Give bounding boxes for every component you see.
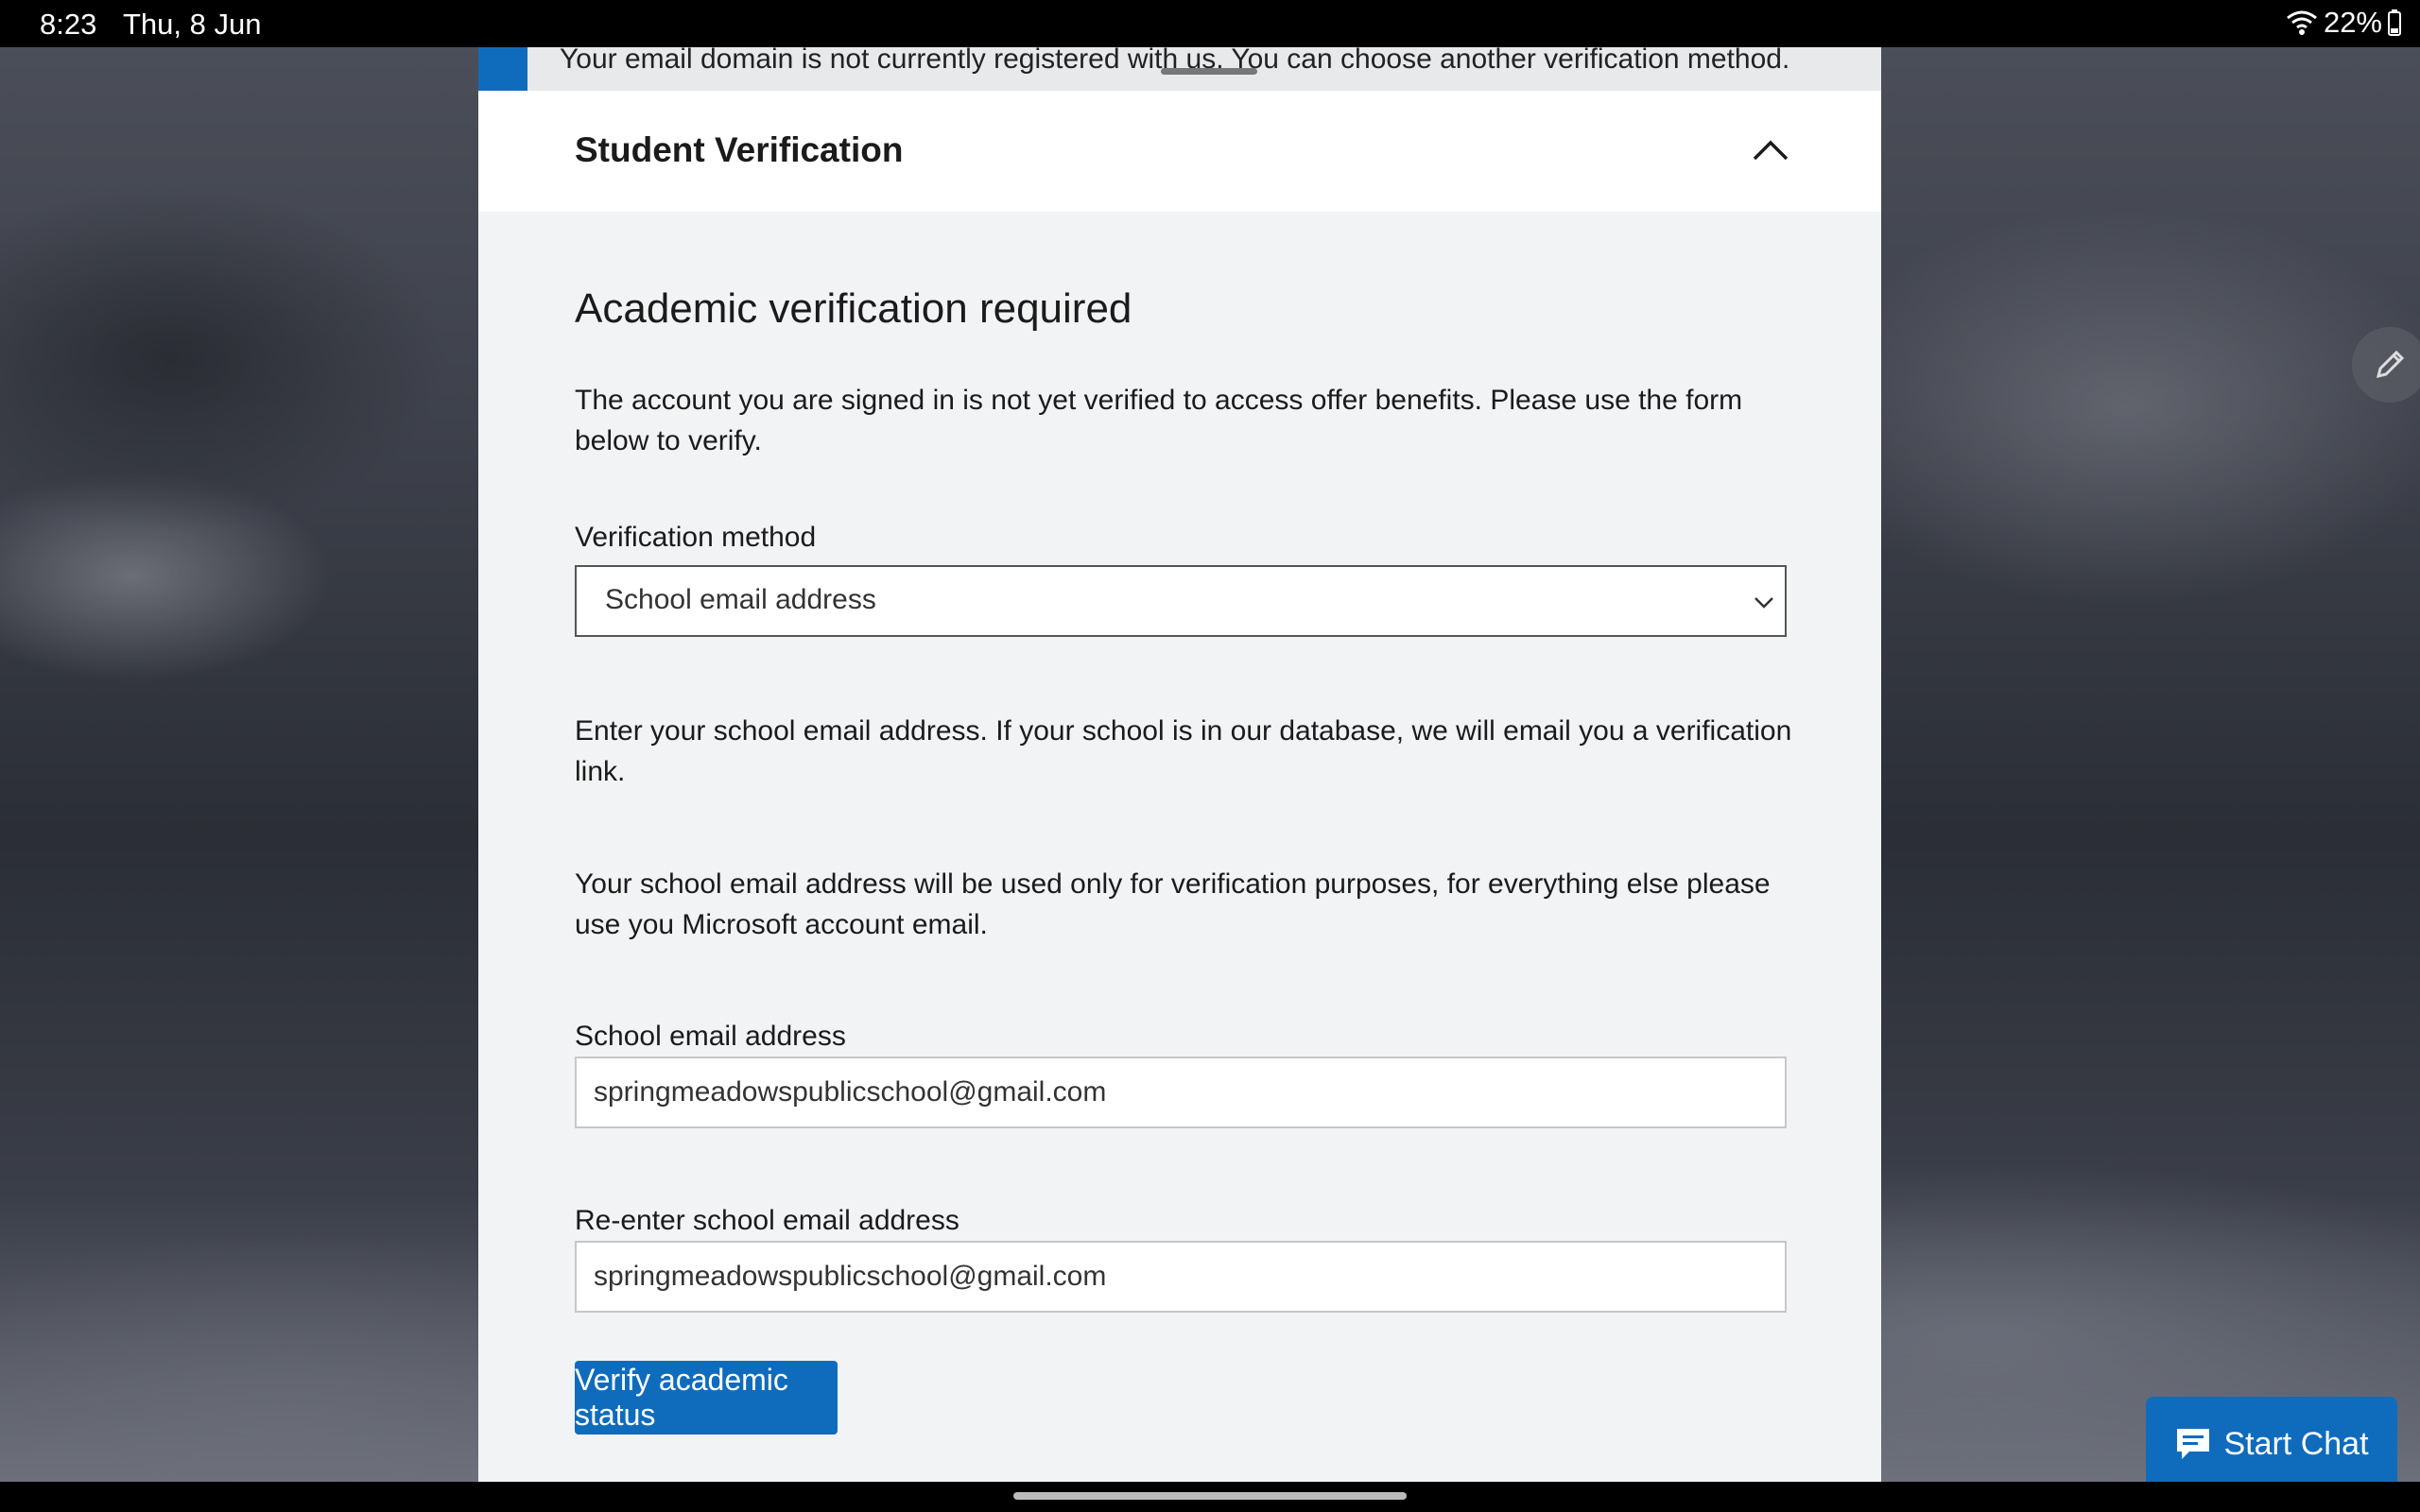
- privacy-note: Your school email address will be used o…: [575, 868, 1771, 940]
- wifi-icon: [2286, 9, 2318, 36]
- email-field[interactable]: springmeadowspublicschool@gmail.com: [575, 1057, 1787, 1128]
- pencil-icon: [2376, 350, 2405, 379]
- reenter-email-value: springmeadowspublicschool@gmail.com: [594, 1261, 1107, 1292]
- drag-handle[interactable]: [1161, 68, 1257, 75]
- reenter-email-label: Re-enter school email address: [575, 1205, 959, 1236]
- start-chat-label: Start Chat: [2223, 1425, 2369, 1462]
- email-label: School email address: [575, 1021, 846, 1052]
- status-right: 22%: [2286, 6, 2401, 40]
- page-heading: Academic verification required: [575, 285, 1132, 332]
- method-label: Verification method: [575, 522, 817, 553]
- battery-percent: 22%: [2323, 6, 2382, 39]
- navigation-bar: [0, 1482, 2420, 1512]
- section-header[interactable]: Student Verification: [478, 91, 1881, 212]
- reenter-email-field[interactable]: springmeadowspublicschool@gmail.com: [575, 1241, 1787, 1313]
- status-bar: 8:23 Thu, 8 Jun 22%: [0, 0, 2420, 47]
- notice-accent-bar: [478, 47, 527, 91]
- section-title: Student Verification: [575, 130, 904, 169]
- battery-icon: [2388, 9, 2401, 36]
- home-gesture-bar[interactable]: [1013, 1492, 1407, 1500]
- start-chat-button[interactable]: Start Chat: [2146, 1397, 2397, 1491]
- chevron-up-icon[interactable]: [1751, 132, 1790, 166]
- verification-method-select[interactable]: School email address: [575, 565, 1787, 637]
- floating-edit-button[interactable]: [2352, 327, 2420, 403]
- instructions-text: Enter your school email address. If your…: [575, 715, 1792, 787]
- verify-academic-status-button[interactable]: Verify academic status: [575, 1361, 838, 1435]
- verification-panel: Your email domain is not currently regis…: [478, 43, 1881, 1482]
- status-time: 8:23: [40, 8, 97, 41]
- status-date: Thu, 8 Jun: [123, 8, 262, 41]
- notice-banner: Your email domain is not currently regis…: [478, 43, 1881, 91]
- method-value: School email address: [605, 584, 876, 615]
- chat-bubble-icon: [2177, 1429, 2210, 1459]
- chevron-down-icon: [1754, 597, 1773, 609]
- intro-text: The account you are signed in is not yet…: [575, 385, 1743, 456]
- email-value: springmeadowspublicschool@gmail.com: [594, 1076, 1107, 1108]
